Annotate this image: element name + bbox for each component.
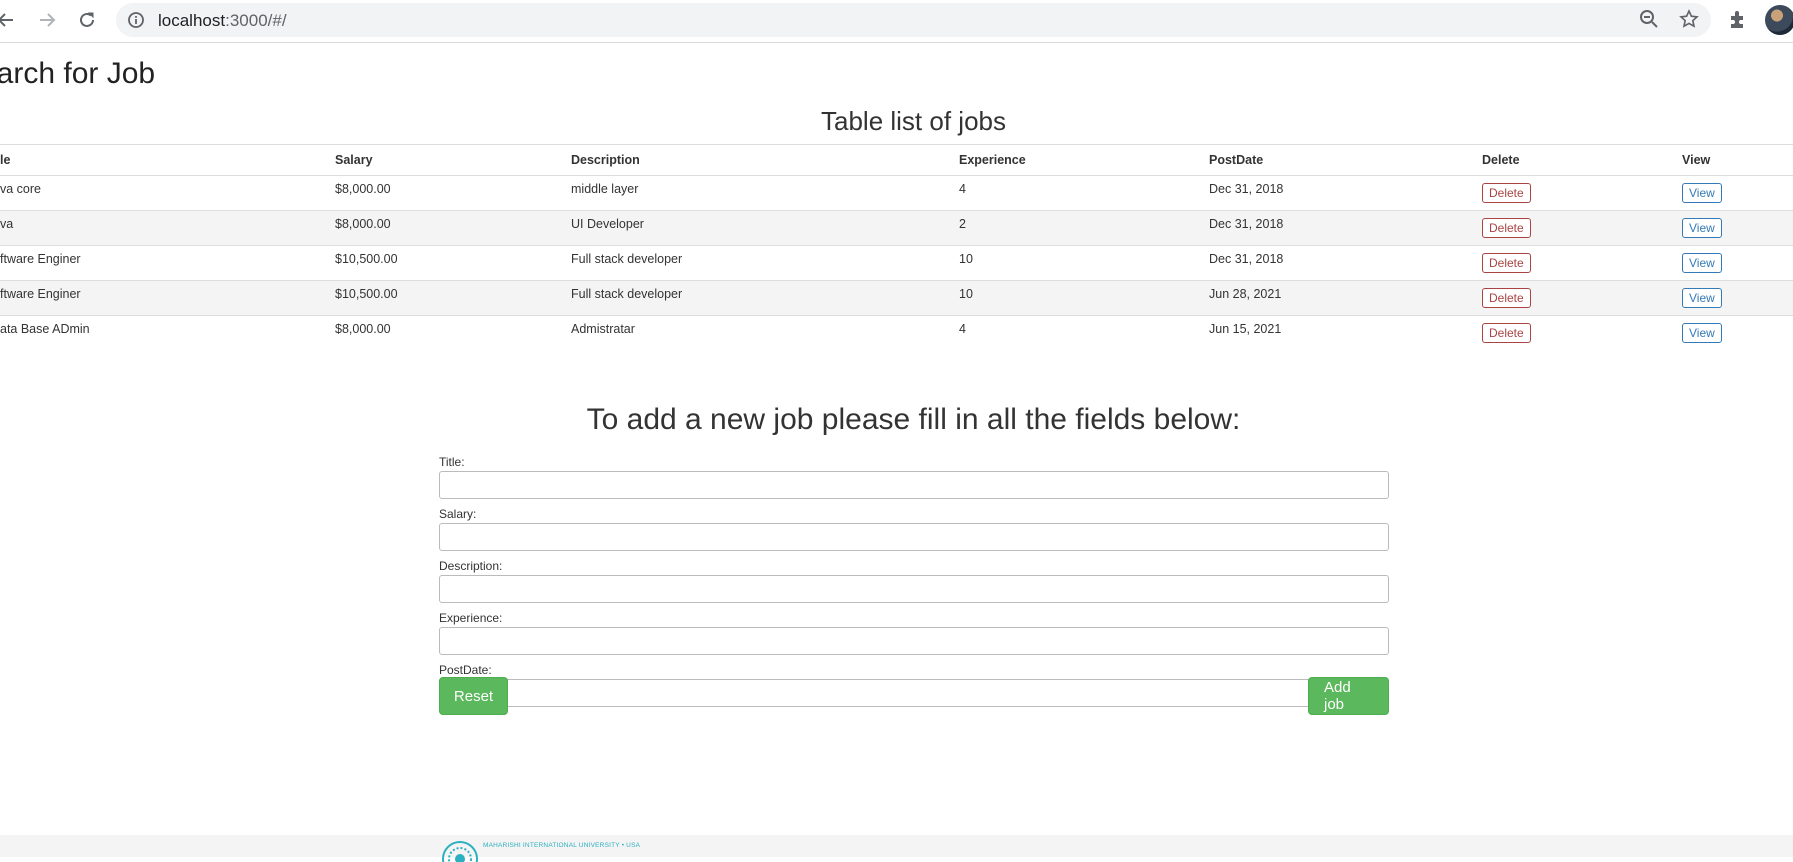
profile-avatar[interactable] (1765, 5, 1793, 35)
column-header-view: View (1670, 144, 1793, 176)
reload-button[interactable] (73, 6, 101, 34)
add-job-form: Title: Salary: Description: Experience: … (439, 456, 1389, 716)
experience-group: Experience: (439, 612, 1389, 664)
table-title: Table list of jobs (821, 106, 1006, 136)
cell-description: Full stack developer (559, 280, 947, 316)
description-field[interactable] (439, 575, 1389, 603)
delete-button[interactable]: Delete (1482, 183, 1531, 203)
cell-postdate: Dec 31, 2018 (1197, 210, 1470, 246)
jobs-table: le Salary Description Experience PostDat… (0, 144, 1793, 350)
description-group: Description: (439, 560, 1389, 612)
table-row: ata Base ADmin $8,000.00 Admistratar 4 J… (0, 315, 1793, 350)
table-row: ftware Enginer $10,500.00 Full stack dev… (0, 280, 1793, 316)
page-title: earch for Job (0, 57, 156, 90)
forward-button[interactable] (33, 6, 61, 34)
cell-experience: 10 (947, 280, 1197, 316)
view-button[interactable]: View (1682, 183, 1722, 203)
table-header-row: le Salary Description Experience PostDat… (0, 144, 1793, 176)
cell-title: va (0, 210, 323, 246)
postdate-group: PostDate: (439, 664, 1389, 716)
reload-icon (80, 12, 94, 27)
postdate-field[interactable] (439, 679, 1389, 707)
view-button[interactable]: View (1682, 288, 1722, 308)
delete-button[interactable]: Delete (1482, 253, 1531, 273)
url-text: localhost:3000/#/ (158, 11, 287, 30)
cell-view: View (1670, 280, 1793, 316)
table-row: va core $8,000.00 middle layer 4 Dec 31,… (0, 175, 1793, 211)
cell-salary: $8,000.00 (323, 175, 559, 211)
column-header-salary: Salary (323, 144, 559, 176)
column-header-experience: Experience (947, 144, 1197, 176)
info-icon[interactable] (127, 11, 145, 29)
add-job-button[interactable]: Add job (1308, 677, 1389, 715)
cell-salary: $8,000.00 (323, 210, 559, 246)
university-logo-icon (442, 841, 478, 862)
table-row: ftware Enginer $10,500.00 Full stack dev… (0, 245, 1793, 281)
footer-logo-text: MAHARISHI INTERNATIONAL UNIVERSITY • USA (483, 842, 641, 849)
browser-toolbar: localhost:3000/#/ (0, 0, 1793, 43)
cell-title: ata Base ADmin (0, 315, 323, 350)
cell-experience: 4 (947, 175, 1197, 211)
cell-experience: 4 (947, 315, 1197, 350)
title-group: Title: (439, 456, 1389, 508)
cell-delete: Delete (1470, 315, 1670, 350)
view-button[interactable]: View (1682, 218, 1722, 238)
cell-delete: Delete (1470, 280, 1670, 316)
cell-salary: $8,000.00 (323, 315, 559, 350)
title-field[interactable] (439, 471, 1389, 499)
salary-label: Salary: (439, 507, 477, 521)
reset-button[interactable]: Reset (439, 677, 508, 715)
delete-button[interactable]: Delete (1482, 323, 1531, 343)
delete-button[interactable]: Delete (1482, 288, 1531, 308)
back-icon (0, 13, 13, 27)
form-title: To add a new job please fill in all the … (586, 403, 1241, 436)
cell-experience: 2 (947, 210, 1197, 246)
cell-salary: $10,500.00 (323, 245, 559, 281)
extensions-icon[interactable] (1727, 8, 1749, 30)
table-row: va $8,000.00 UI Developer 2 Dec 31, 2018… (0, 210, 1793, 246)
star-icon[interactable] (1679, 9, 1699, 29)
cell-delete: Delete (1470, 175, 1670, 211)
forward-icon (40, 13, 56, 27)
experience-label: Experience: (439, 611, 503, 625)
cell-description: UI Developer (559, 210, 947, 246)
cell-delete: Delete (1470, 245, 1670, 281)
cell-title: va core (0, 175, 323, 211)
cell-description: Admistratar (559, 315, 947, 350)
title-label: Title: (439, 455, 465, 469)
cell-view: View (1670, 210, 1793, 246)
delete-button[interactable]: Delete (1482, 218, 1531, 238)
salary-group: Salary: (439, 508, 1389, 560)
view-button[interactable]: View (1682, 253, 1722, 273)
cell-postdate: Jun 28, 2021 (1197, 280, 1470, 316)
page-content: earch for Job Table list of jobs le Sala… (0, 43, 1793, 857)
cell-postdate: Dec 31, 2018 (1197, 175, 1470, 211)
back-button[interactable] (0, 6, 20, 34)
column-header-postdate: PostDate (1197, 144, 1470, 176)
column-header-description: Description (559, 144, 947, 176)
column-header-delete: Delete (1470, 144, 1670, 176)
cell-title: ftware Enginer (0, 280, 323, 316)
description-label: Description: (439, 559, 503, 573)
cell-experience: 10 (947, 245, 1197, 281)
cell-salary: $10,500.00 (323, 280, 559, 316)
cell-description: middle layer (559, 175, 947, 211)
salary-field[interactable] (439, 523, 1389, 551)
view-button[interactable]: View (1682, 323, 1722, 343)
footer: MAHARISHI INTERNATIONAL UNIVERSITY • USA (0, 835, 1793, 862)
cell-view: View (1670, 245, 1793, 281)
address-bar[interactable]: localhost:3000/#/ (116, 3, 1711, 37)
cell-description: Full stack developer (559, 245, 947, 281)
cell-postdate: Jun 15, 2021 (1197, 315, 1470, 350)
experience-field[interactable] (439, 627, 1389, 655)
cell-view: View (1670, 175, 1793, 211)
cell-delete: Delete (1470, 210, 1670, 246)
zoom-icon[interactable] (1639, 9, 1659, 29)
cell-view: View (1670, 315, 1793, 350)
postdate-label: PostDate: (439, 663, 492, 677)
cell-title: ftware Enginer (0, 245, 323, 281)
column-header-title: le (0, 144, 323, 176)
cell-postdate: Dec 31, 2018 (1197, 245, 1470, 281)
